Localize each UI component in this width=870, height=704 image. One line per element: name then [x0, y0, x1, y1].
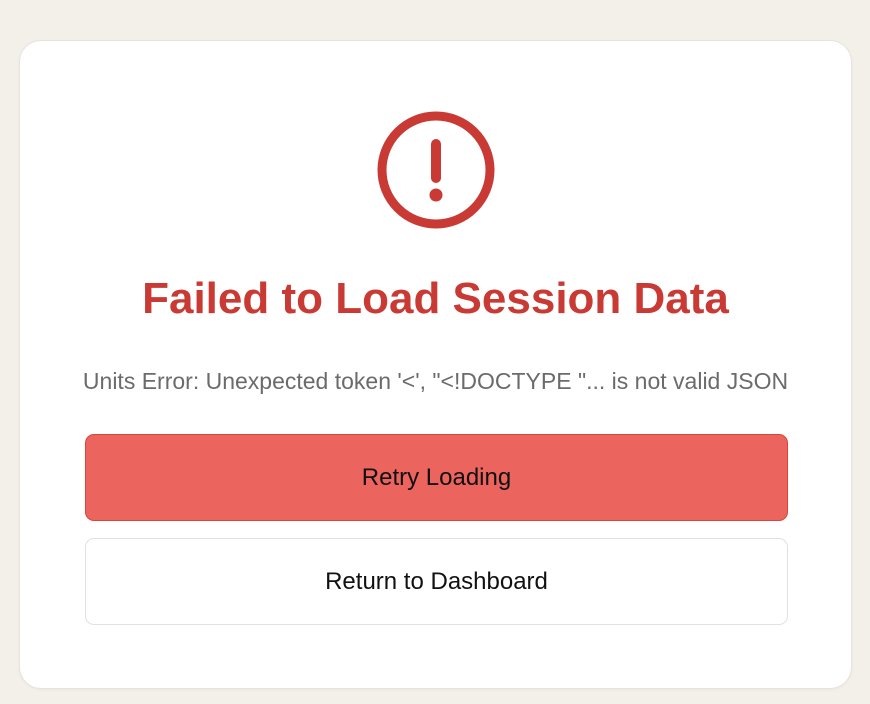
return-to-dashboard-label: Return to Dashboard: [325, 567, 548, 595]
exclamation-circle-icon: [377, 111, 495, 229]
return-to-dashboard-button[interactable]: Return to Dashboard: [85, 538, 788, 625]
retry-loading-button[interactable]: Retry Loading: [85, 434, 788, 521]
error-title: Failed to Load Session Data: [142, 274, 729, 323]
error-card: Failed to Load Session Data Units Error:…: [19, 40, 852, 689]
retry-loading-label: Retry Loading: [361, 463, 512, 491]
error-message: Units Error: Unexpected token '<', "<!DO…: [82, 368, 789, 394]
